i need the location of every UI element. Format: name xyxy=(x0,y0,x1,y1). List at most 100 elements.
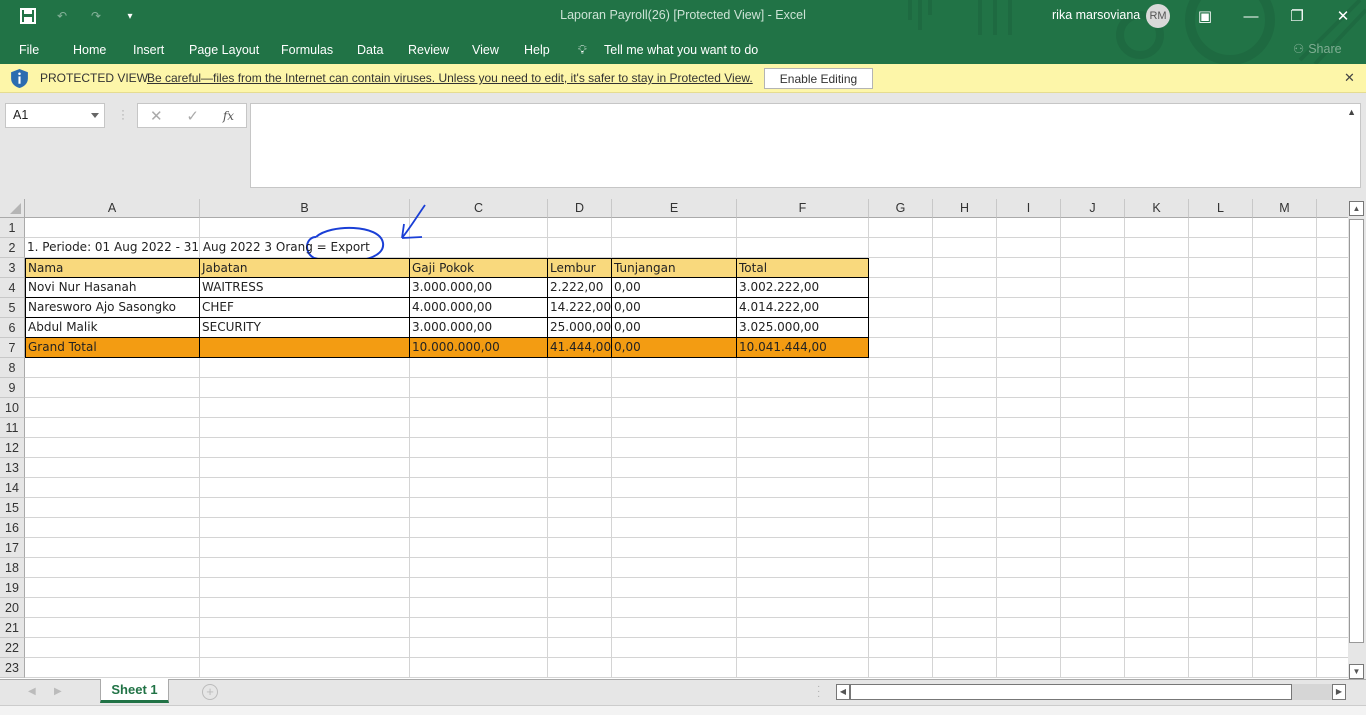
vertical-scroll-thumb[interactable] xyxy=(1349,219,1364,643)
cell[interactable] xyxy=(200,458,410,478)
cell[interactable] xyxy=(548,438,612,458)
column-header-h[interactable]: H xyxy=(933,199,997,218)
cell[interactable] xyxy=(548,458,612,478)
collapse-formula-bar-icon[interactable]: ▲ xyxy=(1347,107,1356,117)
grand-total-cell[interactable]: 10.000.000,00 xyxy=(410,338,548,358)
row-header-12[interactable]: 12 xyxy=(0,438,25,458)
cell[interactable] xyxy=(1317,378,1348,398)
column-header-k[interactable]: K xyxy=(1125,199,1189,218)
cell[interactable] xyxy=(1125,278,1189,298)
cell[interactable] xyxy=(997,458,1061,478)
cell[interactable] xyxy=(410,598,548,618)
cell[interactable] xyxy=(1061,298,1125,318)
cell[interactable] xyxy=(997,318,1061,338)
cell[interactable] xyxy=(200,558,410,578)
cell[interactable] xyxy=(548,538,612,558)
cell[interactable] xyxy=(933,238,997,258)
cell[interactable] xyxy=(1253,238,1317,258)
cell[interactable] xyxy=(1317,258,1348,278)
tab-home[interactable]: Home xyxy=(73,43,106,57)
cell[interactable] xyxy=(737,618,869,638)
cell[interactable] xyxy=(997,498,1061,518)
cell[interactable] xyxy=(997,578,1061,598)
table-cell[interactable]: 3.002.222,00 xyxy=(737,278,869,298)
cell[interactable] xyxy=(1189,438,1253,458)
cell[interactable] xyxy=(1189,638,1253,658)
cell[interactable] xyxy=(1317,298,1348,318)
cell[interactable] xyxy=(200,578,410,598)
cell[interactable] xyxy=(869,578,933,598)
tab-review[interactable]: Review xyxy=(408,43,449,57)
row-header-23[interactable]: 23 xyxy=(0,658,25,678)
column-header-a[interactable]: A xyxy=(25,199,200,218)
cell[interactable] xyxy=(737,598,869,618)
cell[interactable] xyxy=(1125,638,1189,658)
row-header-16[interactable]: 16 xyxy=(0,518,25,538)
share-button[interactable]: ⚇ Share xyxy=(1293,41,1342,57)
avatar[interactable]: RM xyxy=(1146,4,1170,28)
sheet-tab-active[interactable]: Sheet 1 xyxy=(100,679,169,703)
cell[interactable] xyxy=(200,378,410,398)
cell[interactable] xyxy=(410,378,548,398)
cell[interactable] xyxy=(1125,218,1189,238)
cell[interactable] xyxy=(25,218,200,238)
cell[interactable] xyxy=(933,458,997,478)
cell[interactable] xyxy=(997,538,1061,558)
cell[interactable] xyxy=(410,638,548,658)
cell[interactable] xyxy=(933,378,997,398)
cell[interactable] xyxy=(1253,638,1317,658)
cell[interactable] xyxy=(200,418,410,438)
cell[interactable] xyxy=(1189,258,1253,278)
cell[interactable] xyxy=(1125,458,1189,478)
cell[interactable] xyxy=(25,358,200,378)
cell[interactable] xyxy=(1061,498,1125,518)
cell[interactable] xyxy=(1317,418,1348,438)
row-header-7[interactable]: 7 xyxy=(0,338,25,358)
cell[interactable] xyxy=(25,418,200,438)
cell[interactable] xyxy=(1317,218,1348,238)
cell[interactable] xyxy=(1317,398,1348,418)
column-header-m[interactable]: M xyxy=(1253,199,1317,218)
cell[interactable] xyxy=(997,238,1061,258)
cell[interactable] xyxy=(737,238,869,258)
cell[interactable] xyxy=(200,438,410,458)
cell[interactable] xyxy=(1253,538,1317,558)
cell[interactable] xyxy=(997,298,1061,318)
cell[interactable] xyxy=(25,538,200,558)
cell[interactable] xyxy=(869,398,933,418)
cell[interactable] xyxy=(200,478,410,498)
column-header-l[interactable]: L xyxy=(1189,199,1253,218)
cell[interactable] xyxy=(1189,518,1253,538)
cell[interactable] xyxy=(737,458,869,478)
cell[interactable] xyxy=(1253,498,1317,518)
cell[interactable] xyxy=(612,578,737,598)
cell[interactable] xyxy=(869,598,933,618)
cell[interactable] xyxy=(1253,378,1317,398)
cell[interactable] xyxy=(548,358,612,378)
tell-me-search[interactable]: Tell me what you want to do xyxy=(604,43,758,57)
cell[interactable] xyxy=(1317,518,1348,538)
close-icon[interactable]: ✕ xyxy=(1320,0,1366,32)
scroll-up-icon[interactable]: ▲ xyxy=(1349,201,1364,216)
scroll-down-icon[interactable]: ▼ xyxy=(1349,664,1364,679)
tab-page-layout[interactable]: Page Layout xyxy=(189,43,259,57)
cell[interactable] xyxy=(1189,358,1253,378)
table-cell[interactable]: Naresworo Ajo Sasongko xyxy=(25,298,200,318)
cell[interactable] xyxy=(1189,458,1253,478)
cell[interactable] xyxy=(737,498,869,518)
cell[interactable] xyxy=(933,298,997,318)
cell[interactable] xyxy=(1061,358,1125,378)
horizontal-scrollbar[interactable]: ◀ ▶ xyxy=(836,684,1346,700)
formula-bar-resize-handle[interactable]: · · · xyxy=(121,104,125,124)
cell[interactable] xyxy=(1189,578,1253,598)
formula-input[interactable]: ▲ xyxy=(250,103,1361,188)
cell[interactable] xyxy=(1061,538,1125,558)
cell[interactable] xyxy=(1317,538,1348,558)
cell[interactable] xyxy=(869,538,933,558)
cell[interactable] xyxy=(1189,598,1253,618)
cell[interactable] xyxy=(1189,498,1253,518)
cell[interactable] xyxy=(548,398,612,418)
table-cell[interactable]: 3.025.000,00 xyxy=(737,318,869,338)
cell[interactable] xyxy=(25,618,200,638)
cell[interactable] xyxy=(612,498,737,518)
